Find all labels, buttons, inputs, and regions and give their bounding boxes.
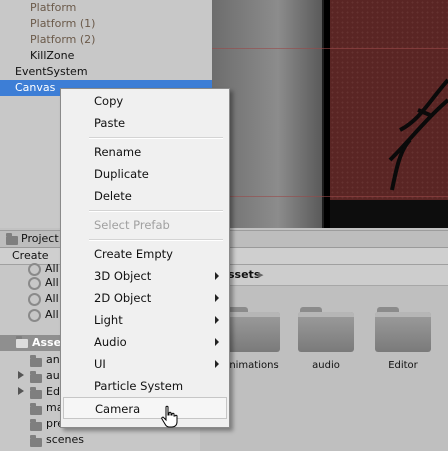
menu-item-paste[interactable]: Paste	[61, 112, 229, 134]
search-icon	[28, 293, 41, 306]
folder-icon	[30, 403, 42, 415]
submenu-arrow-icon	[215, 360, 219, 368]
hand-cursor-icon	[161, 405, 178, 428]
tree-folder-animations[interactable]: an	[46, 352, 60, 368]
asset-label: Editor	[388, 360, 418, 371]
hierarchy-item-eventsystem[interactable]: EventSystem	[15, 64, 88, 80]
favorite-search-all[interactable]: All	[45, 307, 59, 323]
favorite-search-all[interactable]: All	[45, 291, 59, 307]
hierarchy-item-platform-2[interactable]: Platform (2)	[30, 32, 95, 48]
folder-icon	[30, 435, 42, 447]
scene-dark-strip	[330, 200, 448, 228]
menu-separator	[89, 210, 223, 212]
breadcrumb: ssets ▸	[200, 265, 448, 286]
scene-gridline	[212, 48, 448, 49]
tree-folder-audio[interactable]: au	[46, 368, 60, 384]
search-icon	[28, 309, 41, 322]
menu-item-particle-system[interactable]: Particle System	[61, 375, 229, 397]
menu-item-light[interactable]: Light	[61, 309, 229, 331]
project-folder-icon	[6, 233, 18, 245]
hierarchy-item-platform[interactable]: Platform	[30, 0, 76, 16]
breadcrumb-arrow-icon: ▸	[258, 268, 264, 281]
asset-label: audio	[312, 360, 340, 371]
asset-folder-animations[interactable]	[224, 307, 280, 353]
search-icon	[28, 277, 41, 290]
menu-item-audio[interactable]: Audio	[61, 331, 229, 353]
favorite-search-all[interactable]: All	[45, 275, 59, 291]
scene-view[interactable]	[212, 0, 448, 228]
hierarchy-item-killzone[interactable]: KillZone	[30, 48, 74, 64]
expand-arrow-icon[interactable]	[18, 371, 24, 379]
hierarchy-item-platform-1[interactable]: Platform (1)	[30, 16, 95, 32]
menu-item-3d-object[interactable]: 3D Object	[61, 265, 229, 287]
menu-item-2d-object[interactable]: 2D Object	[61, 287, 229, 309]
folder-icon	[16, 336, 28, 348]
project-asset-grid: ssets ▸ nimations audio Editor	[200, 265, 448, 451]
menu-separator	[89, 239, 223, 241]
asset-folder-editor[interactable]	[375, 307, 431, 353]
folder-icon	[30, 371, 42, 383]
tree-folder-scenes[interactable]: scenes	[46, 432, 84, 448]
menu-item-camera[interactable]: Camera	[63, 397, 227, 419]
menu-item-create-empty[interactable]: Create Empty	[61, 243, 229, 265]
search-icon	[28, 263, 41, 276]
folder-icon	[30, 387, 42, 399]
submenu-arrow-icon	[215, 272, 219, 280]
project-tab[interactable]: Project	[21, 232, 59, 245]
expand-arrow-icon[interactable]	[18, 387, 24, 395]
submenu-arrow-icon	[215, 294, 219, 302]
menu-item-duplicate[interactable]: Duplicate	[61, 163, 229, 185]
breadcrumb-assets[interactable]: ssets	[228, 268, 260, 281]
menu-item-rename[interactable]: Rename	[61, 141, 229, 163]
folder-icon	[30, 355, 42, 367]
tree-silhouette-icon	[388, 78, 448, 191]
menu-item-copy[interactable]: Copy	[61, 90, 229, 112]
submenu-arrow-icon	[215, 316, 219, 324]
menu-item-select-prefab: Select Prefab	[94, 218, 170, 232]
menu-item-delete[interactable]: Delete	[61, 185, 229, 207]
context-menu: Copy Paste Rename Duplicate Delete Selec…	[60, 88, 230, 428]
submenu-arrow-icon	[215, 338, 219, 346]
asset-folder-audio[interactable]	[298, 307, 354, 353]
hierarchy-item-canvas-label: Canvas	[15, 81, 56, 94]
folder-icon	[30, 419, 42, 431]
menu-item-ui[interactable]: UI	[61, 353, 229, 375]
create-dropdown[interactable]: Create	[12, 249, 49, 262]
menu-separator	[89, 137, 223, 139]
tree-folder-editor[interactable]: Ed	[46, 384, 60, 400]
